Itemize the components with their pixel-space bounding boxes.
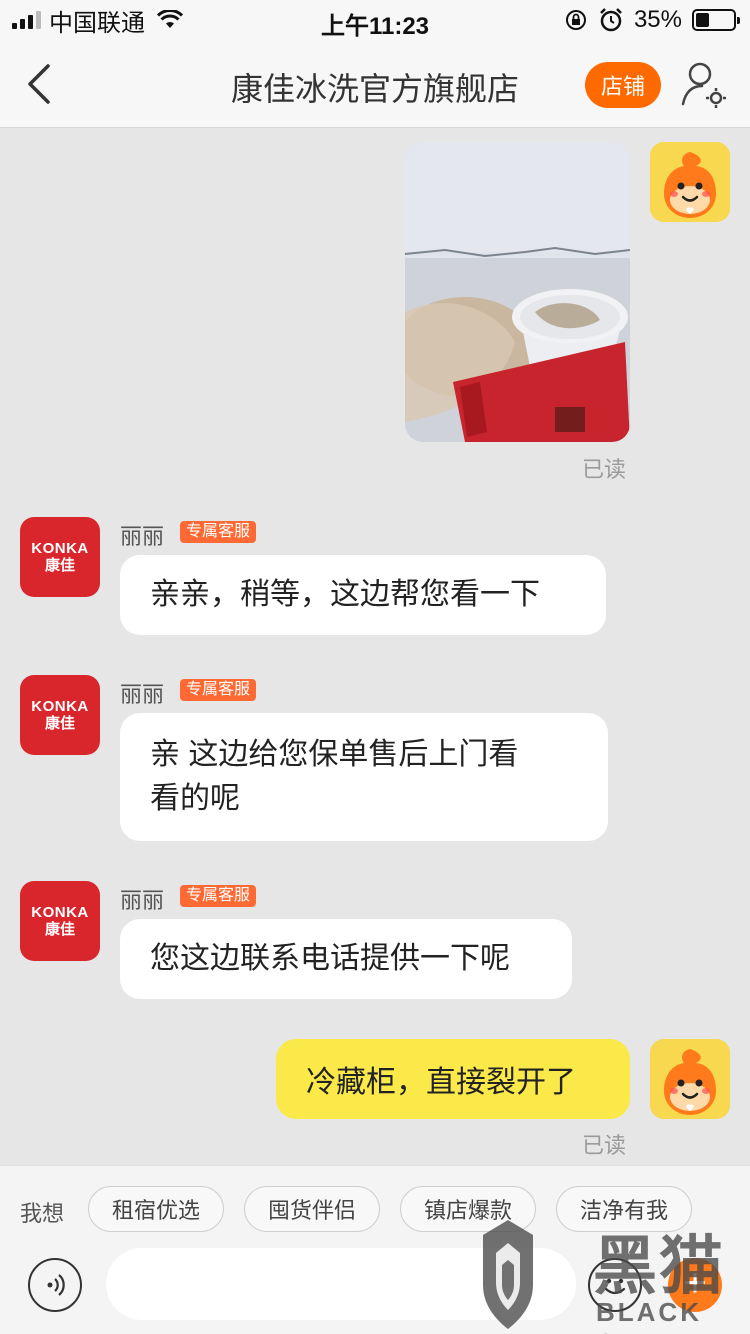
quick-reply-chip[interactable]: 租宿优选: [88, 1186, 224, 1232]
user-message-bubble[interactable]: 冷藏柜，直接裂开了: [276, 1039, 630, 1119]
brand-logo-text-cn: 康佳: [44, 921, 75, 938]
brand-logo-text: KONKA: [31, 698, 89, 715]
agent-badge: 专属客服: [180, 521, 257, 543]
brand-logo-text: KONKA: [31, 540, 89, 557]
store-button[interactable]: 店铺: [585, 62, 661, 108]
mascot-icon: [650, 142, 730, 222]
mascot-icon: [650, 1039, 730, 1119]
quick-reply-label: 我想: [20, 1201, 65, 1226]
battery-fill: [696, 13, 709, 27]
chat-area[interactable]: 已读 KONKA 康佳 丽丽 专属客服 亲亲，稍等，这边帮您看一下 KONKA …: [0, 128, 750, 1165]
user-avatar[interactable]: [650, 1039, 730, 1119]
quick-reply-chip[interactable]: 囤货伴侣: [244, 1186, 380, 1232]
sender-name: 丽丽: [120, 524, 165, 549]
agent-badge: 专属客服: [180, 885, 257, 907]
message-bubble[interactable]: 亲亲，稍等，这边帮您看一下: [120, 555, 606, 635]
plus-icon: +: [683, 1261, 707, 1305]
message-bubble[interactable]: 您这边联系电话提供一下呢: [120, 919, 572, 999]
brand-logo-text-cn: 康佳: [44, 557, 75, 574]
message-line: 看的呢: [150, 782, 240, 815]
emoji-icon: [604, 1278, 626, 1295]
photo-message[interactable]: [405, 142, 630, 442]
message-input[interactable]: [106, 1248, 576, 1320]
status-bar: 中国联通 上午11:23 35%: [0, 0, 750, 40]
user-avatar[interactable]: [650, 142, 730, 222]
nav-bar: 康佳冰洗官方旗舰店 店铺: [0, 40, 750, 128]
emoji-button[interactable]: [588, 1258, 642, 1312]
message-bubble[interactable]: 亲 这边给您保单售后上门看 看的呢: [120, 713, 608, 841]
sender-name: 丽丽: [120, 682, 165, 707]
more-button[interactable]: +: [668, 1258, 722, 1312]
brand-logo-text: KONKA: [31, 904, 89, 921]
voice-button[interactable]: [28, 1258, 82, 1312]
quick-reply-chip[interactable]: 洁净有我: [556, 1186, 692, 1232]
brand-logo-text-cn: 康佳: [44, 715, 75, 732]
status-right: 35%: [564, 6, 740, 34]
message-line: 亲 这边给您保单售后上门看: [150, 738, 519, 771]
battery-percent: 35%: [633, 6, 682, 33]
input-panel: 我想 租宿优选 囤货伴侣 镇店爆款 洁净有我 +: [0, 1165, 750, 1334]
quick-reply-chip[interactable]: 镇店爆款: [400, 1186, 536, 1232]
fridge-crack-photo: [405, 142, 630, 442]
read-status: 已读: [582, 457, 627, 482]
agent-avatar[interactable]: KONKA 康佳: [20, 675, 100, 755]
agent-avatar[interactable]: KONKA 康佳: [20, 517, 100, 597]
alarm-icon: [600, 8, 622, 32]
sender-name: 丽丽: [120, 888, 165, 913]
agent-badge: 专属客服: [180, 679, 257, 701]
user-settings-icon[interactable]: [680, 60, 728, 110]
rotation-lock-icon: [565, 10, 586, 30]
read-status: 已读: [582, 1133, 627, 1158]
battery-icon: [692, 9, 740, 31]
agent-avatar[interactable]: KONKA 康佳: [20, 881, 100, 961]
voice-icon: [47, 1274, 65, 1296]
